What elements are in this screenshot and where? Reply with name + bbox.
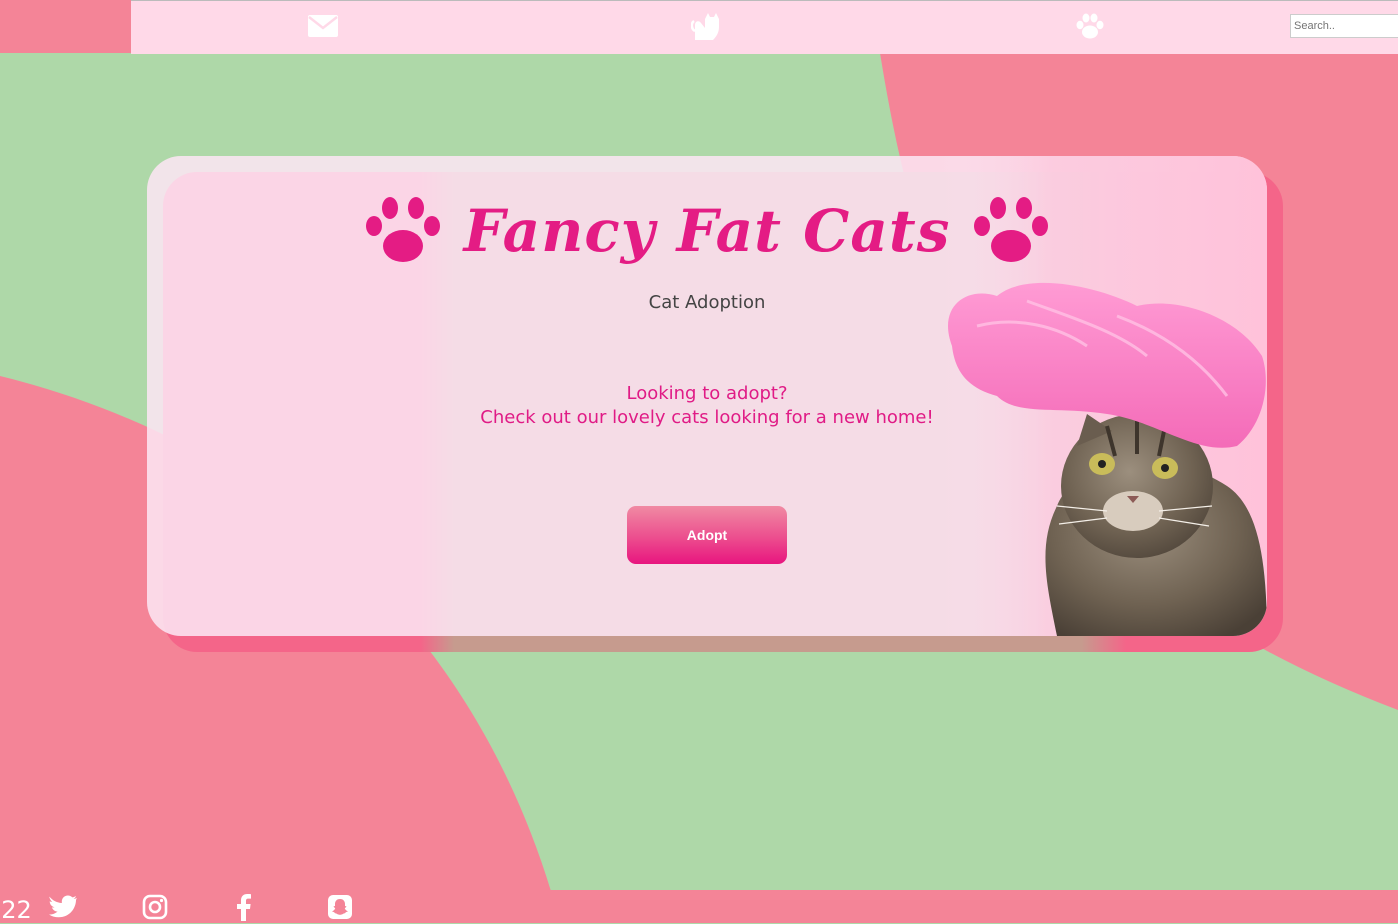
adopt-message: Looking to adopt? Check out our lovely c…: [147, 382, 1267, 430]
snapchat-icon[interactable]: [326, 893, 354, 921]
hero-card: Fancy Fat Cats Cat Adoption Looking to a…: [147, 156, 1267, 636]
paw-icon: [365, 197, 440, 262]
adopt-message-line1: Looking to adopt?: [626, 383, 788, 404]
twitter-icon[interactable]: [49, 893, 77, 921]
envelope-icon[interactable]: [306, 10, 340, 42]
search-input[interactable]: [1290, 14, 1398, 38]
instagram-icon[interactable]: [141, 893, 169, 921]
footer-bar: [0, 890, 1398, 923]
cat-icon[interactable]: [690, 10, 724, 42]
nav-left-block: [0, 0, 131, 53]
paw-icon[interactable]: [1073, 10, 1107, 42]
page-subtitle: Cat Adoption: [648, 292, 766, 313]
top-navigation: [0, 0, 1398, 54]
copyright-text: 022: [0, 896, 32, 924]
adopt-button[interactable]: Adopt: [627, 506, 787, 564]
facebook-icon[interactable]: [230, 893, 258, 921]
paw-icon: [974, 197, 1049, 262]
adopt-message-line2: Check out our lovely cats looking for a …: [480, 407, 934, 428]
page-title: Fancy Fat Cats: [463, 197, 951, 265]
title-row: Fancy Fat Cats: [147, 186, 1267, 276]
